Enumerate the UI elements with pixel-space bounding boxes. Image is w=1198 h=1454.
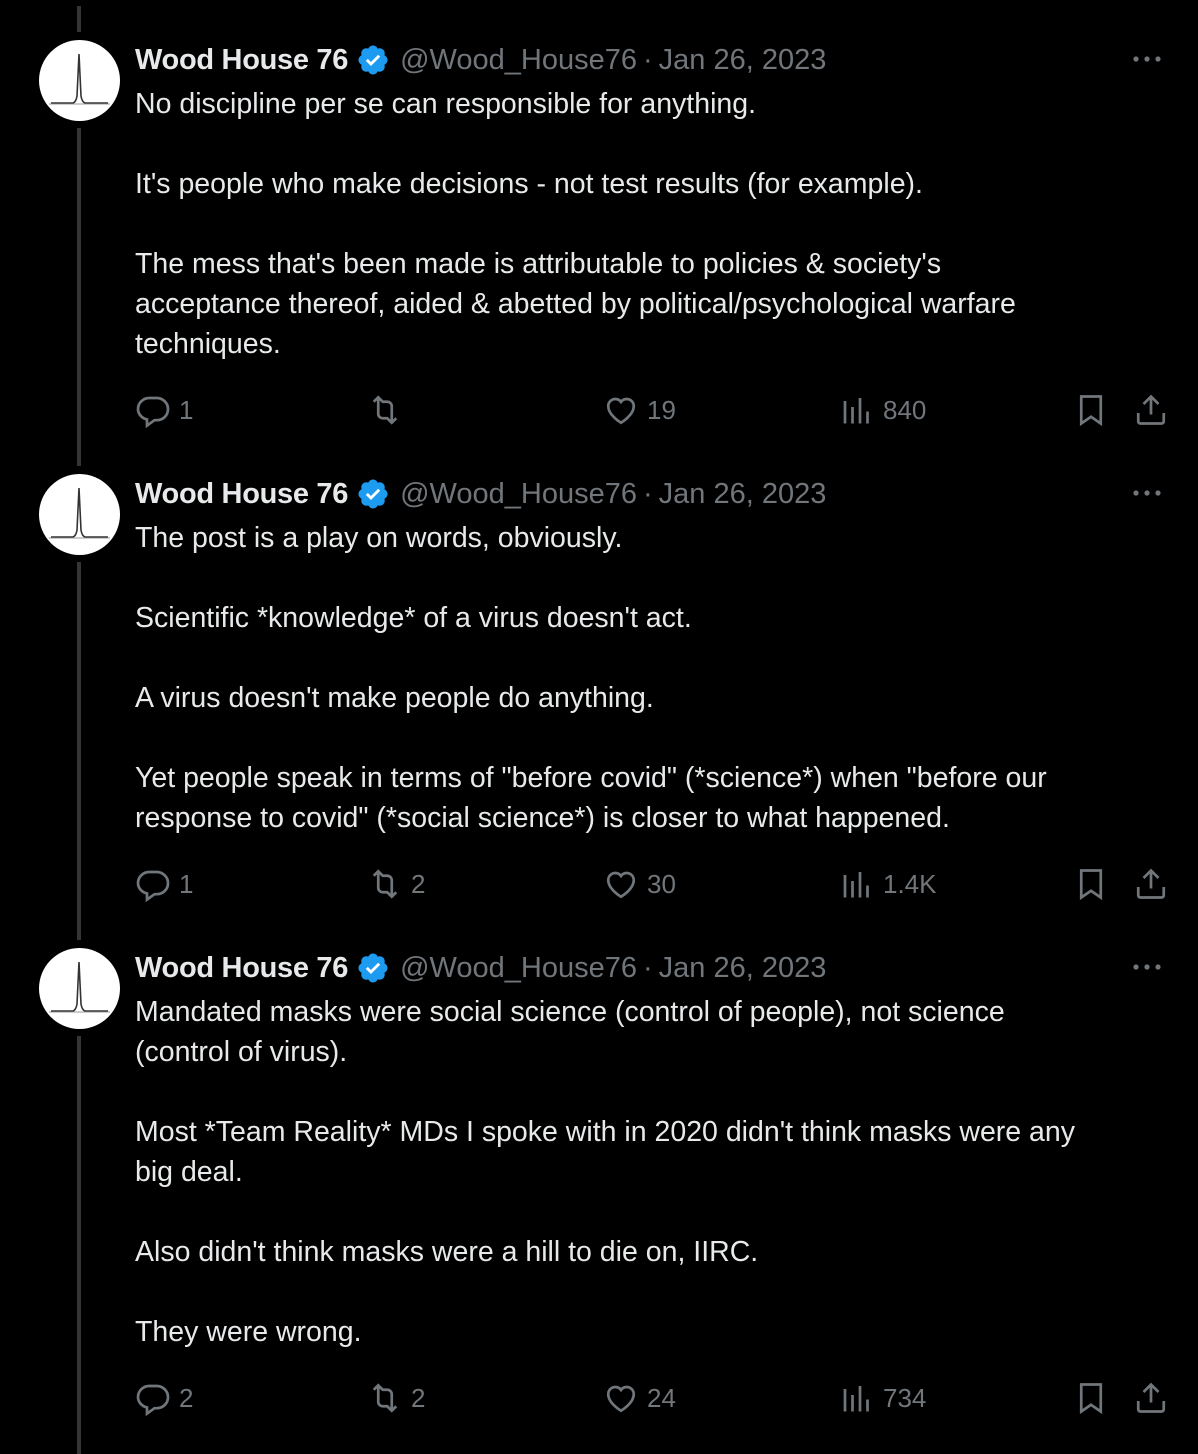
tweet-text: The post is a play on words, obviously. … <box>135 522 1047 834</box>
tweet-date[interactable]: Jan 26, 2023 <box>659 952 827 985</box>
retweet-button[interactable]: 2 <box>367 864 425 904</box>
like-button[interactable]: 30 <box>603 864 676 904</box>
retweet-icon <box>367 866 403 902</box>
bookmark-button[interactable] <box>1073 864 1109 904</box>
reply-button[interactable]: 1 <box>135 390 193 430</box>
retweet-icon <box>367 1380 403 1416</box>
tweet-text: No discipline per se can responsible for… <box>135 88 1016 360</box>
author-name[interactable]: Wood House 76 <box>135 478 348 511</box>
more-icon[interactable] <box>1130 48 1164 70</box>
author-name[interactable]: Wood House 76 <box>135 44 348 77</box>
like-icon <box>603 866 639 902</box>
views-icon <box>839 866 875 902</box>
views-button[interactable]: 840 <box>839 390 926 430</box>
reply-count: 2 <box>179 1382 194 1413</box>
views-icon <box>839 1380 875 1416</box>
share-button[interactable] <box>1133 864 1169 904</box>
retweet-button[interactable]: 2 <box>367 1378 425 1418</box>
thread-line-top <box>77 6 81 32</box>
separator-dot: · <box>642 43 653 76</box>
tweet-date[interactable]: Jan 26, 2023 <box>659 44 827 77</box>
retweet-icon <box>367 392 403 428</box>
tweet-header: Wood House 76 @Wood_House76 · Jan 26, 20… <box>135 40 826 80</box>
tweet-header: Wood House 76 @Wood_House76 · Jan 26, 20… <box>135 948 826 988</box>
verified-badge-icon <box>356 43 390 77</box>
reply-count: 1 <box>179 394 194 425</box>
views-count: 840 <box>883 394 927 425</box>
author-handle[interactable]: @Wood_House76 <box>400 952 637 985</box>
retweet-button[interactable] <box>367 390 411 430</box>
avatar[interactable] <box>39 948 120 1029</box>
share-icon <box>1133 866 1169 902</box>
reply-icon <box>135 392 171 428</box>
bookmark-icon <box>1073 392 1109 428</box>
like-button[interactable]: 24 <box>603 1378 676 1418</box>
reply-button[interactable]: 1 <box>135 864 193 904</box>
reply-icon <box>135 1380 171 1416</box>
bookmark-button[interactable] <box>1073 1378 1109 1418</box>
tweet-actions: 1 19 840 <box>135 390 1175 430</box>
avatar[interactable] <box>39 474 120 555</box>
views-button[interactable]: 734 <box>839 1378 926 1418</box>
retweet-count: 2 <box>411 1382 426 1413</box>
author-handle[interactable]: @Wood_House76 <box>400 478 637 511</box>
bookmark-icon <box>1073 1380 1109 1416</box>
views-button[interactable]: 1.4K <box>839 864 937 904</box>
tweet-text: Mandated masks were social science (cont… <box>135 996 1075 1348</box>
avatar[interactable] <box>39 40 120 121</box>
views-count: 1.4K <box>883 868 937 899</box>
more-icon[interactable] <box>1130 482 1164 504</box>
separator-dot: · <box>642 477 653 510</box>
retweet-count: 2 <box>411 868 426 899</box>
bookmark-button[interactable] <box>1073 390 1109 430</box>
like-icon <box>603 392 639 428</box>
more-icon[interactable] <box>1130 956 1164 978</box>
share-button[interactable] <box>1133 1378 1169 1418</box>
thread-line-1 <box>77 128 81 466</box>
views-count: 734 <box>883 1382 927 1413</box>
like-icon <box>603 1380 639 1416</box>
separator-dot: · <box>642 951 653 984</box>
author-name[interactable]: Wood House 76 <box>135 952 348 985</box>
thread-line-3 <box>77 1036 81 1454</box>
like-count: 30 <box>647 868 676 899</box>
tweet-date[interactable]: Jan 26, 2023 <box>659 478 827 511</box>
share-icon <box>1133 392 1169 428</box>
views-icon <box>839 392 875 428</box>
author-handle[interactable]: @Wood_House76 <box>400 44 637 77</box>
like-button[interactable]: 19 <box>603 390 676 430</box>
reply-icon <box>135 866 171 902</box>
bookmark-icon <box>1073 866 1109 902</box>
share-button[interactable] <box>1133 390 1169 430</box>
like-count: 24 <box>647 1382 676 1413</box>
reply-button[interactable]: 2 <box>135 1378 193 1418</box>
tweet-actions: 1 2 30 1.4K <box>135 864 1175 904</box>
tweet-actions: 2 2 24 734 <box>135 1378 1175 1418</box>
reply-count: 1 <box>179 868 194 899</box>
share-icon <box>1133 1380 1169 1416</box>
thread-line-2 <box>77 562 81 940</box>
verified-badge-icon <box>356 951 390 985</box>
like-count: 19 <box>647 394 676 425</box>
tweet-header: Wood House 76 @Wood_House76 · Jan 26, 20… <box>135 474 826 514</box>
verified-badge-icon <box>356 477 390 511</box>
